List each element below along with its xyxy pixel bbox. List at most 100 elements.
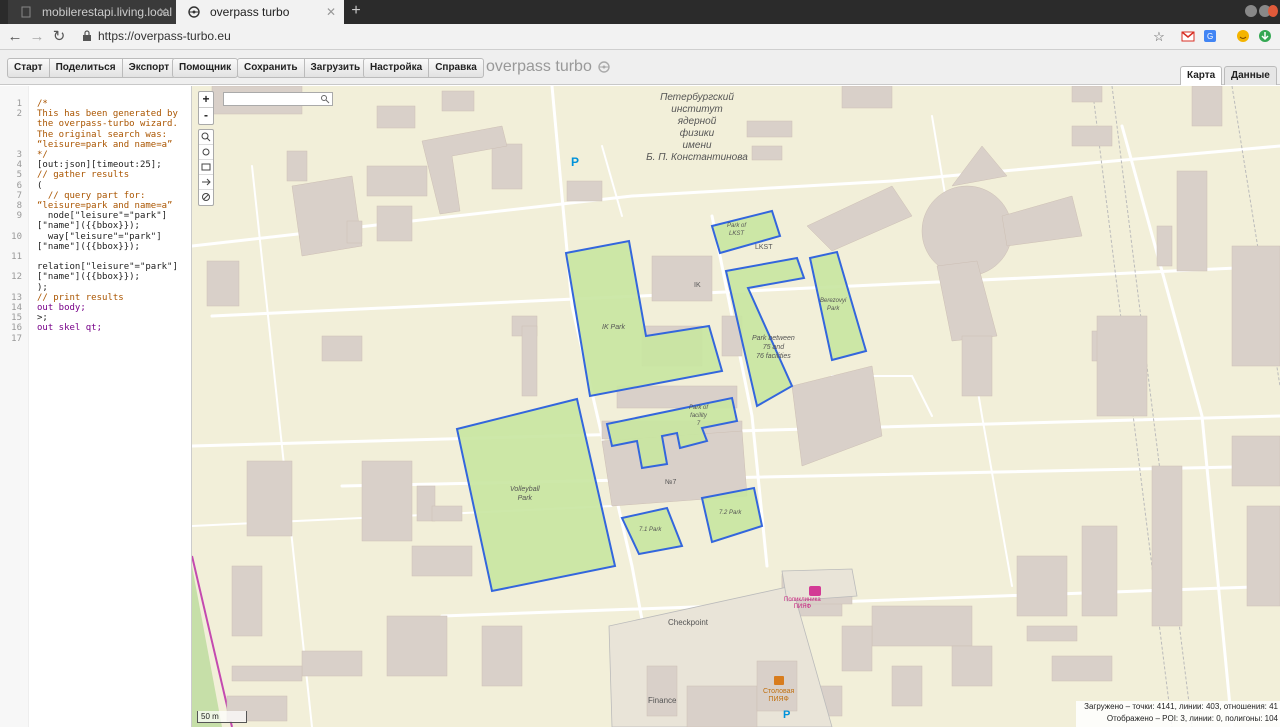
code-line: // print results [37,292,124,303]
map-search-input[interactable] [223,92,333,106]
zoom-in-button[interactable]: + [199,92,213,108]
app-brand: overpass turbo [486,58,592,75]
line-number: 4 [16,160,22,171]
code-line: >; [37,313,48,324]
park-volleyball-label: Volleyball Park [510,486,540,502]
finance-label: Finance [648,696,677,705]
code-line: ["name"]({{bbox}}); [37,272,140,283]
stats-shown: Отображено – POI: 3, линии: 0, полигоны:… [1106,714,1278,723]
reload-icon[interactable]: ↻ [50,27,68,47]
line-number: 11 [11,252,22,262]
stats-panel: Загружено – точки: 4141, линии: 403, отн… [1076,701,1280,727]
cafe-icon [774,676,784,685]
clinic-label: Поликлиника ПИЯФ [784,597,821,610]
smile-extension-icon[interactable] [1236,29,1250,43]
back-icon[interactable]: ← [6,27,24,47]
lkst-label: LKST [755,244,773,251]
image-icon[interactable] [199,160,213,175]
new-tab-button[interactable]: + [346,0,366,24]
page-icon [21,6,31,18]
lock-icon [83,30,91,41]
code-line: /* [37,99,48,109]
gmail-icon[interactable] [1181,29,1195,43]
line-number: 16 [11,323,22,334]
line-number: 13 [11,292,22,303]
bookmark-star-icon[interactable]: ☆ [1150,27,1168,47]
clinic-icon [809,586,821,596]
overpass-logo-icon [188,6,200,18]
export-button[interactable]: Экспорт [122,58,177,78]
hide-data-icon[interactable] [199,190,213,205]
line-number: 1 [16,99,22,109]
tab-map[interactable]: Карта [1180,66,1223,85]
checkpoint-label: Checkpoint [668,618,709,627]
wizard-button[interactable]: Помощник [172,58,239,78]
query-editor[interactable]: 1 2 3 4 5 6 7 8 9 10 11 12 13 14 15 16 17 /* This has bee… [0,86,192,727]
park-7-2-label: 7.2 Park [719,510,742,516]
line-number: 5 [16,170,22,181]
park-facility7-label: Park of facility 7 [689,405,709,427]
code-line: This has been generated by [37,109,178,120]
settings-button[interactable]: Настройка [363,58,430,78]
line-number: 3 [16,150,22,160]
park-7-1-label: 7.1 Park [639,527,662,533]
url-input[interactable]: https://overpass-turbo.eu [98,29,231,43]
minimize-icon[interactable] [1245,5,1257,17]
line-number: 12 [11,272,22,283]
line-number-gutter: 1 2 3 4 5 6 7 8 9 10 11 12 13 14 15 16 17 [0,86,29,727]
code-line: relation["leisure"="park"] [37,262,178,273]
tab-title: mobilerestapi.living.local [42,5,173,19]
code-line: [out:json][timeout:25]; [37,160,162,171]
zoom-out-button[interactable]: - [199,108,213,124]
building-7-label: №7 [665,479,677,486]
code-line: */ [37,150,48,160]
save-button[interactable]: Сохранить [237,58,305,78]
tab-data[interactable]: Данные [1224,66,1277,85]
tab-title: overpass turbo [210,5,290,19]
map-canvas[interactable] [192,86,1280,727]
translate-icon[interactable]: G [1203,29,1217,43]
code-line: the overpass-turbo wizard. [37,119,178,130]
address-bar: ← → ↻ https://overpass-turbo.eu ☆ G [0,24,1280,50]
start-button[interactable]: Старт [7,58,50,78]
browser-tab-bar: mobilerestapi.living.local ✕ overpass tu… [0,0,1280,24]
line-number: 17 [11,333,22,344]
map-view[interactable]: Петербургский институт ядерной физики им… [192,86,1280,727]
tab-mobilerestapi[interactable]: mobilerestapi.living.local ✕ [8,0,176,24]
load-button[interactable]: Загрузить [304,58,368,78]
tab-overpass-turbo[interactable]: overpass turbo ✕ [176,0,344,24]
line-number: 6 [16,180,22,191]
code-line: // gather results [37,170,130,181]
code-line: ["name"]({{bbox}}); [37,241,140,252]
line-number: 8 [16,201,22,211]
locate-icon[interactable] [199,145,213,160]
help-button[interactable]: Справка [429,58,484,78]
svg-text:G: G [1207,32,1213,41]
institute-label: Петербургский институт ядерной физики им… [646,92,748,163]
download-extension-icon[interactable] [1258,29,1272,43]
share-button[interactable]: Поделиться [49,58,123,78]
fit-data-icon[interactable] [199,175,213,190]
tab-close-icon[interactable]: ✕ [326,0,336,24]
line-number: 7 [16,190,22,201]
forward-icon[interactable]: → [28,27,46,47]
parking-icon-2: P [783,709,791,721]
code-line: “leisure=park and name=a” [37,139,173,150]
line-number: 15 [11,313,22,324]
map-tools [198,129,214,206]
tab-close-icon[interactable]: ✕ [158,0,168,24]
zoom-control: + - [198,91,214,125]
park-lkst-label: Park of LKST [727,223,747,237]
search-icon[interactable] [199,130,213,145]
canteen-label: Столовая ПИЯФ [763,688,795,703]
code-line: out body; [37,303,86,313]
park-between-label: Park between 75 and 76 facilities [752,335,795,360]
close-window-icon[interactable] [1268,5,1278,17]
app-toolbar: Старт Поделиться Экспорт Помощник Сохран… [0,50,1280,85]
toolbar-group-wizard: Помощник [172,58,239,78]
code-line: way["leisure"="park"] [37,231,162,242]
park-ik-label: IK Park [602,324,625,331]
line-number: 14 [11,303,22,313]
line-number: 9 [16,211,22,222]
code-line: // query part for: [37,190,146,201]
